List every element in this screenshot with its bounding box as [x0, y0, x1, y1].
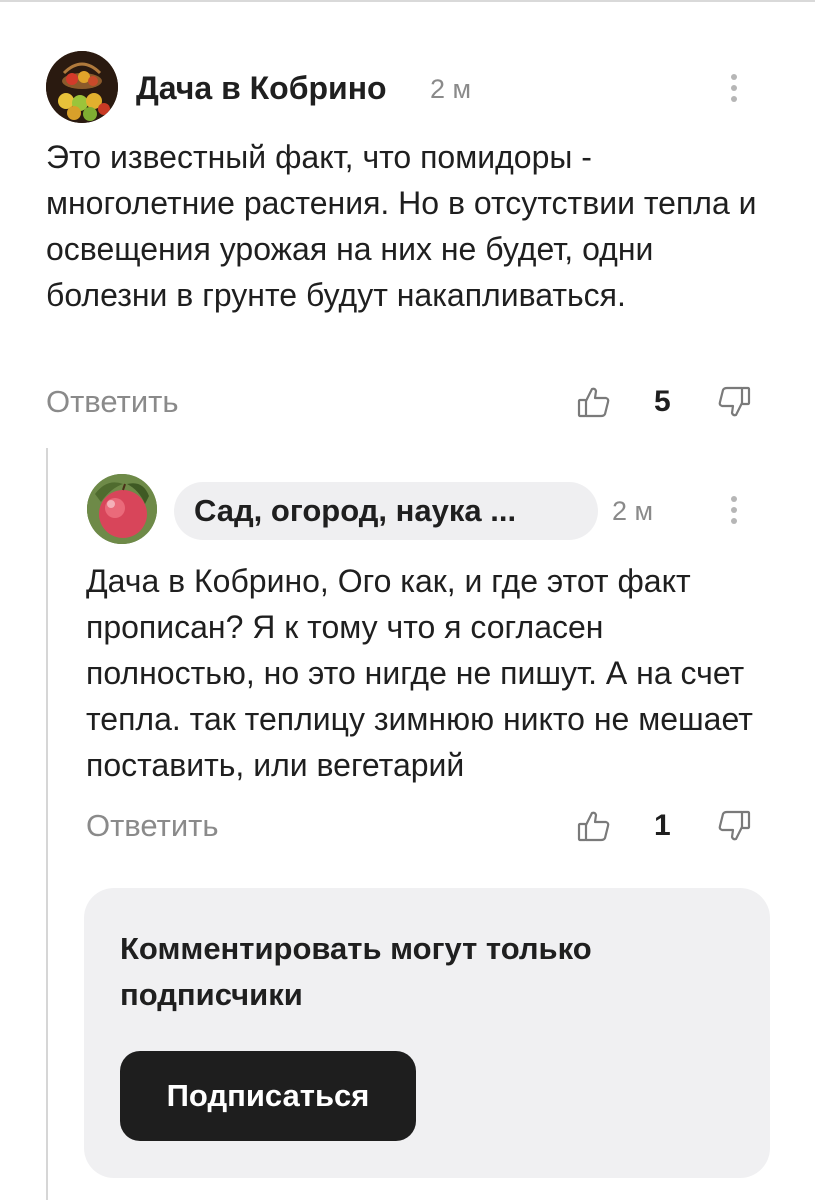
thumbs-up-icon[interactable] [576, 808, 612, 844]
author-name[interactable]: Дача в Кобрино [136, 68, 387, 108]
thumbs-down-icon[interactable] [716, 384, 752, 420]
like-count: 5 [654, 385, 671, 418]
author-name[interactable]: Сад, огород, наука ... [194, 491, 516, 531]
subscribers-only-message: Комментировать могут только подписчики [120, 931, 592, 1012]
author-avatar[interactable] [87, 474, 157, 544]
author-chip[interactable]: Сад, огород, наука ... [174, 482, 598, 540]
thread-line [46, 448, 48, 1200]
like-count: 1 [654, 809, 671, 842]
comment-text: Дача в Кобрино, Ого как, и где этот факт… [86, 563, 753, 783]
more-vertical-icon[interactable] [724, 70, 744, 106]
subscribers-only-notice: Комментировать могут только подписчики П… [84, 888, 770, 1178]
subscribe-button[interactable]: Подписаться [120, 1051, 416, 1141]
thumbs-down-icon[interactable] [716, 808, 752, 844]
comment-time: 2 м [612, 496, 654, 526]
author-avatar[interactable] [46, 51, 118, 123]
comment-text: Это известный факт, что помидоры - много… [46, 139, 757, 313]
more-vertical-icon[interactable] [724, 492, 744, 528]
thumbs-up-icon[interactable] [576, 384, 612, 420]
comment-time: 2 м [430, 74, 472, 104]
reply-button[interactable]: Ответить [46, 382, 179, 422]
reply-button[interactable]: Ответить [86, 806, 219, 846]
top-divider [0, 0, 815, 2]
